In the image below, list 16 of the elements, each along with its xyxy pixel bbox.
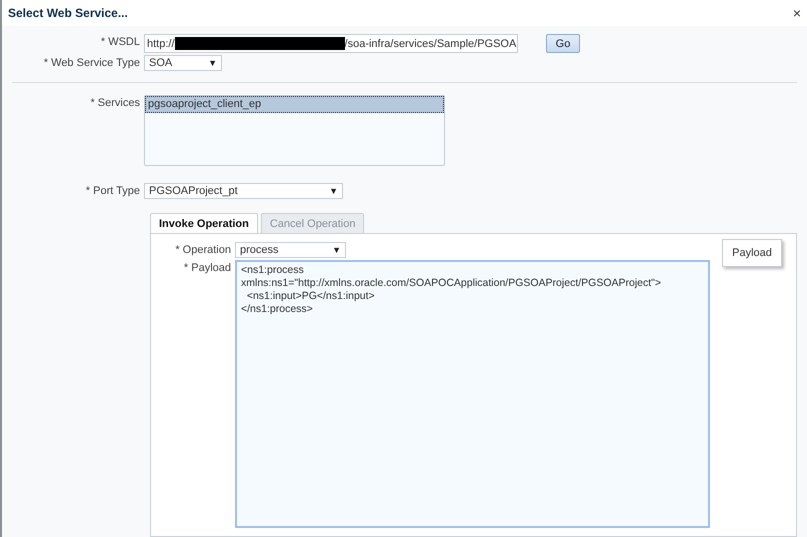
field-label: * Web Service Type — [42, 56, 140, 69]
field-label: * WSDL — [100, 35, 140, 48]
field-label: * Port Type — [84, 184, 140, 197]
dialog-title: Select Web Service... — [8, 6, 128, 20]
field-label: * Operation — [174, 243, 231, 256]
service-type-select[interactable]: SOA ▼ — [144, 55, 222, 71]
close-button[interactable]: × — [792, 5, 801, 21]
tab[interactable]: Invoke Operation — [150, 213, 258, 234]
payload-tooltip: Payload — [722, 239, 782, 267]
port-type-select[interactable]: PGSOAProject_pt ▼ — [144, 183, 343, 199]
field-label: * Services — [89, 96, 140, 109]
operation-select[interactable]: process ▼ — [235, 242, 346, 258]
field-label: * Payload — [182, 261, 231, 274]
list-item[interactable]: pgsoaproject_client_ep — [145, 96, 444, 113]
go-button[interactable]: Go — [546, 34, 580, 53]
payload-field[interactable]: <ns1:process xmlns:ns1="http://xmlns.oracle.com/SOAPOCApplication/PGSOAProject/PGSOAProject"> <ns1:input>PG</ns1:input> </ns1:process> — [235, 260, 710, 528]
